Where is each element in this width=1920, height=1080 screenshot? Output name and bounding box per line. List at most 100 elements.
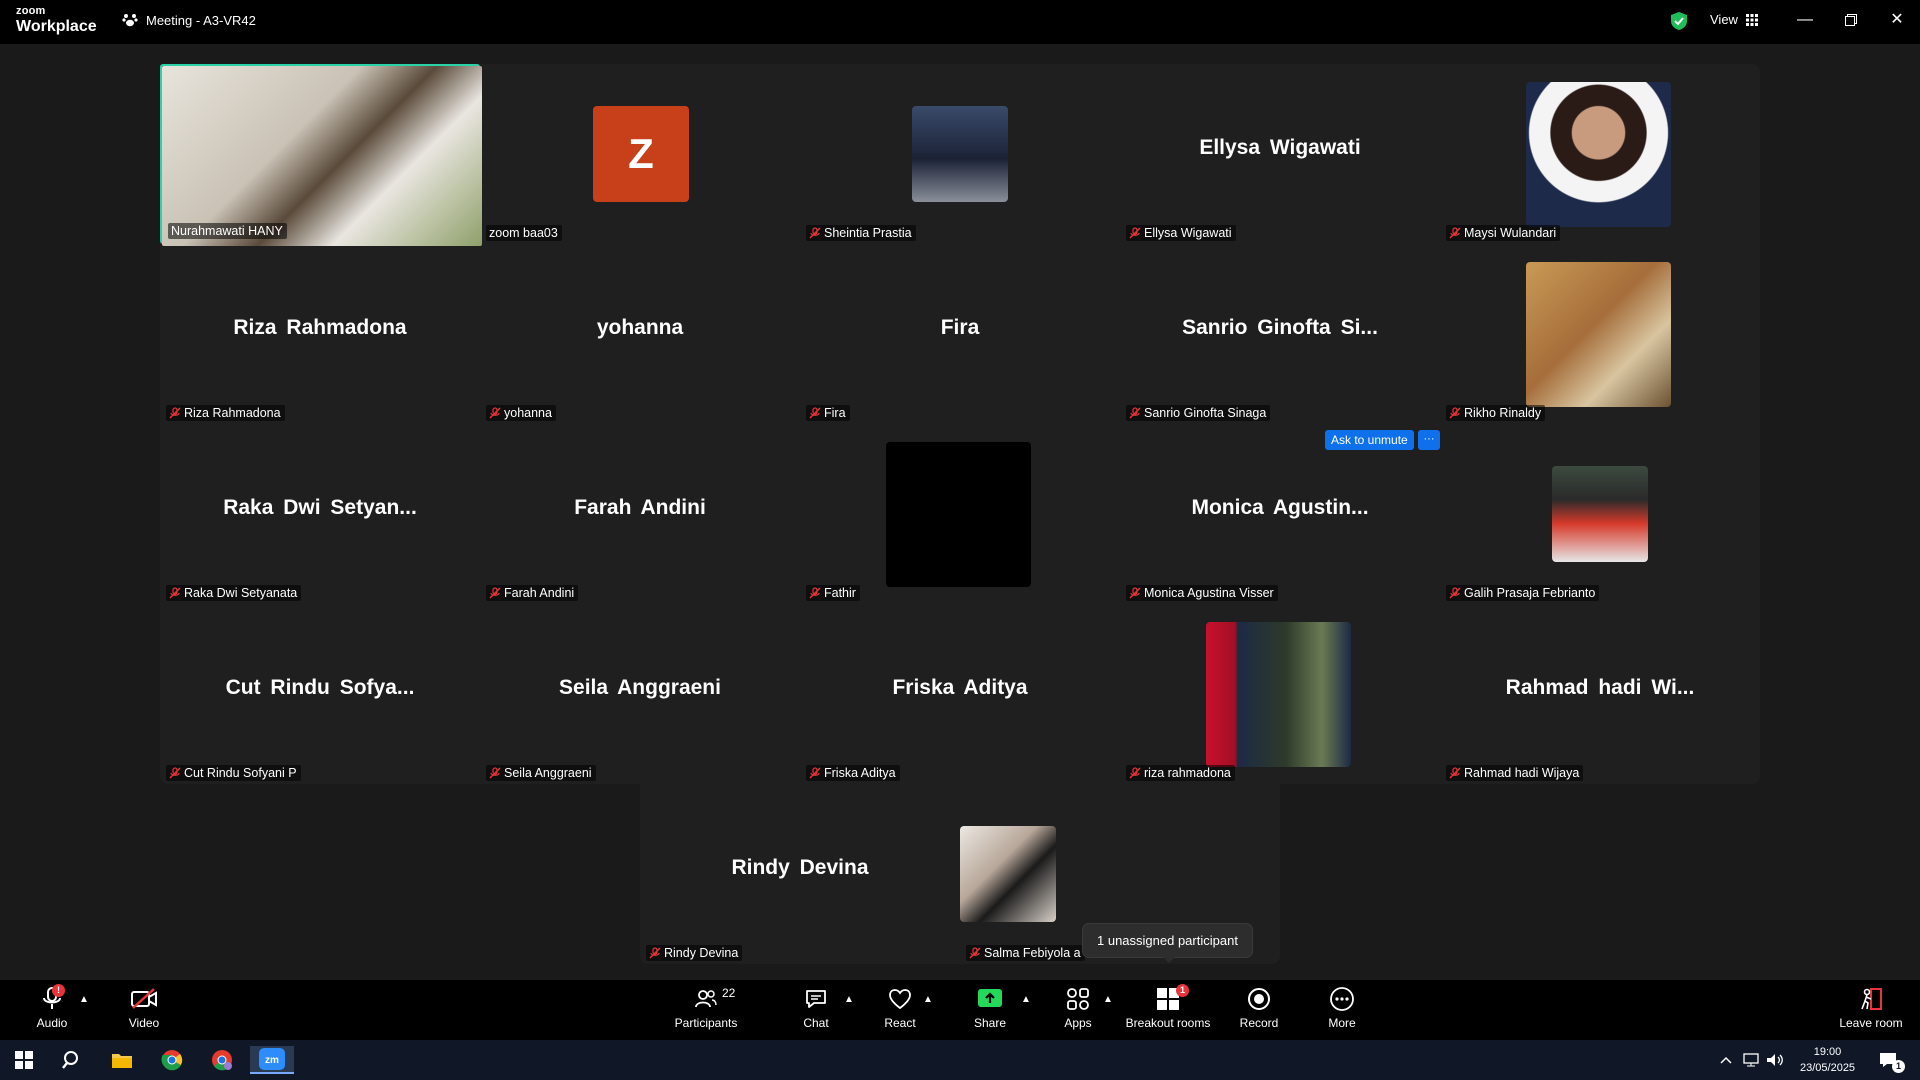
paw-icon — [122, 14, 138, 27]
participant-tile[interactable]: Riza Rahmadona Riza Rahmadona — [160, 244, 480, 424]
chat-button[interactable]: Chat — [796, 984, 836, 1030]
participant-display-name: Riza Rahmadona — [233, 316, 407, 339]
chrome-icon[interactable] — [152, 1046, 192, 1074]
participant-name-label: Seila Anggraeni — [486, 765, 596, 781]
meeting-title[interactable]: Meeting - A3-VR42 — [122, 0, 256, 40]
more-label: More — [1328, 1016, 1356, 1030]
leave-room-icon — [1861, 988, 1882, 1010]
participant-display-name: Ellysa Wigawati — [1199, 136, 1361, 159]
react-label: React — [884, 1016, 916, 1030]
more-icon — [1330, 987, 1354, 1011]
participants-button[interactable]: 22 Participants — [674, 984, 738, 1030]
windows-start-icon[interactable] — [4, 1046, 44, 1074]
participant-tile[interactable]: Seila Anggraeni Seila Anggraeni — [480, 604, 800, 784]
apps-options-caret[interactable]: ▲ — [1103, 994, 1113, 1005]
system-clock[interactable]: 19:00 23/05/2025 — [1800, 1044, 1855, 1076]
participant-name: Raka Dwi Setyanata — [184, 586, 298, 600]
mic-muted-icon — [1129, 767, 1141, 779]
share-options-caret[interactable]: ▲ — [1021, 994, 1031, 1005]
participant-tile[interactable]: Galih Prasaja Febrianto — [1440, 424, 1760, 604]
restore-icon[interactable] — [1836, 8, 1866, 32]
participant-tile[interactable]: Raka Dwi Setyan... Raka Dwi Setyanata — [160, 424, 480, 604]
participant-tile[interactable]: Ellysa Wigawati Ellysa Wigawati — [1120, 64, 1440, 244]
participant-tile[interactable]: Farah Andini Farah Andini — [480, 424, 800, 604]
breakout-badge: 1 — [1176, 984, 1189, 997]
clock-time: 19:00 — [1813, 1046, 1842, 1058]
participant-tile[interactable]: Sanrio Ginofta Si... Sanrio Ginofta Sinag… — [1120, 244, 1440, 424]
apps-button[interactable]: Apps — [1058, 984, 1098, 1030]
participant-name: Fira — [824, 406, 846, 420]
participant-tile[interactable]: Fira Fira — [800, 244, 1120, 424]
volume-icon[interactable] — [1764, 1046, 1786, 1074]
participant-name-label: Raka Dwi Setyanata — [166, 585, 302, 601]
chrome-profile-icon[interactable] — [202, 1046, 242, 1074]
view-label: View — [1710, 12, 1738, 27]
participant-tile[interactable]: Rahmad hadi Wi... Rahmad hadi Wijaya — [1440, 604, 1760, 784]
close-icon[interactable]: ✕ — [1882, 8, 1912, 32]
audio-options-caret[interactable]: ▲ — [79, 994, 89, 1005]
ask-to-unmute-button[interactable]: Ask to unmute — [1325, 430, 1414, 450]
participant-display-name: Farah Andini — [574, 496, 706, 519]
participant-name-label: Monica Agustina Visser — [1126, 585, 1278, 601]
chat-options-caret[interactable]: ▲ — [844, 994, 854, 1005]
record-button[interactable]: Record — [1238, 984, 1280, 1030]
participant-tile[interactable]: Maysi Wulandari — [1440, 64, 1760, 244]
mic-muted-icon — [809, 407, 821, 419]
participant-name: Ellysa Wigawati — [1144, 226, 1232, 240]
participant-name: yohanna — [504, 406, 552, 420]
participant-name-label: Salma Febiyola a — [966, 945, 1085, 961]
share-screen-icon — [978, 989, 1002, 1007]
video-label: Video — [128, 1016, 160, 1030]
participant-name: Seila Anggraeni — [504, 766, 592, 780]
participant-display-name: Fira — [940, 316, 980, 339]
participant-name-label: Rahmad hadi Wijaya — [1446, 765, 1584, 781]
network-icon[interactable] — [1740, 1046, 1762, 1074]
leave-room-button[interactable]: Leave room — [1836, 984, 1906, 1030]
participant-tile[interactable]: Monica Agustin... Monica Agustina Visser — [1120, 424, 1440, 604]
react-options-caret[interactable]: ▲ — [923, 994, 933, 1005]
participant-tile[interactable]: Nurahmawati HANY — [160, 64, 482, 246]
participant-tile[interactable]: Cut Rindu Sofya... Cut Rindu Sofyani P — [160, 604, 480, 784]
participant-photo — [960, 826, 1056, 922]
zoom-taskbar-icon[interactable]: zm — [250, 1046, 294, 1074]
react-button[interactable]: React — [880, 984, 920, 1030]
participant-name: Rindy Devina — [664, 946, 739, 960]
more-button[interactable]: More — [1322, 984, 1362, 1030]
participant-tile[interactable]: Rikho Rinaldy — [1440, 244, 1760, 424]
participant-name-label: Riza Rahmadona — [166, 405, 285, 421]
view-button[interactable]: View — [1710, 12, 1758, 27]
tile-more-button[interactable]: ··· — [1418, 430, 1440, 450]
minimize-icon[interactable]: — — [1790, 8, 1820, 32]
shield-icon[interactable] — [1671, 12, 1687, 30]
breakout-rooms-button[interactable]: 1 Breakout rooms — [1124, 984, 1212, 1030]
audio-button[interactable]: ! Audio — [30, 984, 74, 1030]
audio-alert-badge: ! — [52, 984, 65, 997]
participant-name-label: Galih Prasaja Febrianto — [1446, 585, 1600, 601]
mic-muted-icon — [1129, 407, 1141, 419]
participant-tile[interactable]: yohanna yohanna — [480, 244, 800, 424]
share-button[interactable]: Share — [970, 984, 1010, 1030]
tray-overflow-icon[interactable] — [1716, 1046, 1736, 1074]
search-icon[interactable] — [52, 1046, 92, 1074]
participant-tile[interactable]: riza rahmadona — [1120, 604, 1440, 784]
participant-name: Sanrio Ginofta Sinaga — [1144, 406, 1267, 420]
participant-name: zoom baa03 — [489, 226, 558, 240]
participant-name: Salma Febiyola a — [984, 946, 1081, 960]
participant-name: Monica Agustina Visser — [1144, 586, 1274, 600]
mic-muted-icon — [1129, 227, 1141, 239]
participant-name-label: Ellysa Wigawati — [1126, 225, 1236, 241]
breakout-label: Breakout rooms — [1125, 1016, 1211, 1030]
participant-tile[interactable]: Fathir — [800, 424, 1120, 604]
participant-display-name: Rindy Devina — [731, 856, 869, 879]
notifications-icon[interactable]: 1 — [1870, 1046, 1906, 1074]
participant-tile[interactable]: Sheintia Prastia — [800, 64, 1120, 244]
video-off-icon — [131, 988, 157, 1009]
participant-tile[interactable]: Friska Aditya Friska Aditya — [800, 604, 1120, 784]
breakout-tooltip: 1 unassigned participant — [1083, 924, 1252, 963]
participant-tile[interactable]: Rindy Devina Rindy Devina — [640, 784, 960, 964]
meeting-title-text: Meeting - A3-VR42 — [146, 12, 256, 28]
participant-name: Rikho Rinaldy — [1464, 406, 1542, 420]
participant-tile[interactable]: Zzoom baa03 — [480, 64, 800, 244]
file-explorer-icon[interactable] — [102, 1046, 142, 1074]
video-button[interactable]: Video — [122, 984, 166, 1030]
